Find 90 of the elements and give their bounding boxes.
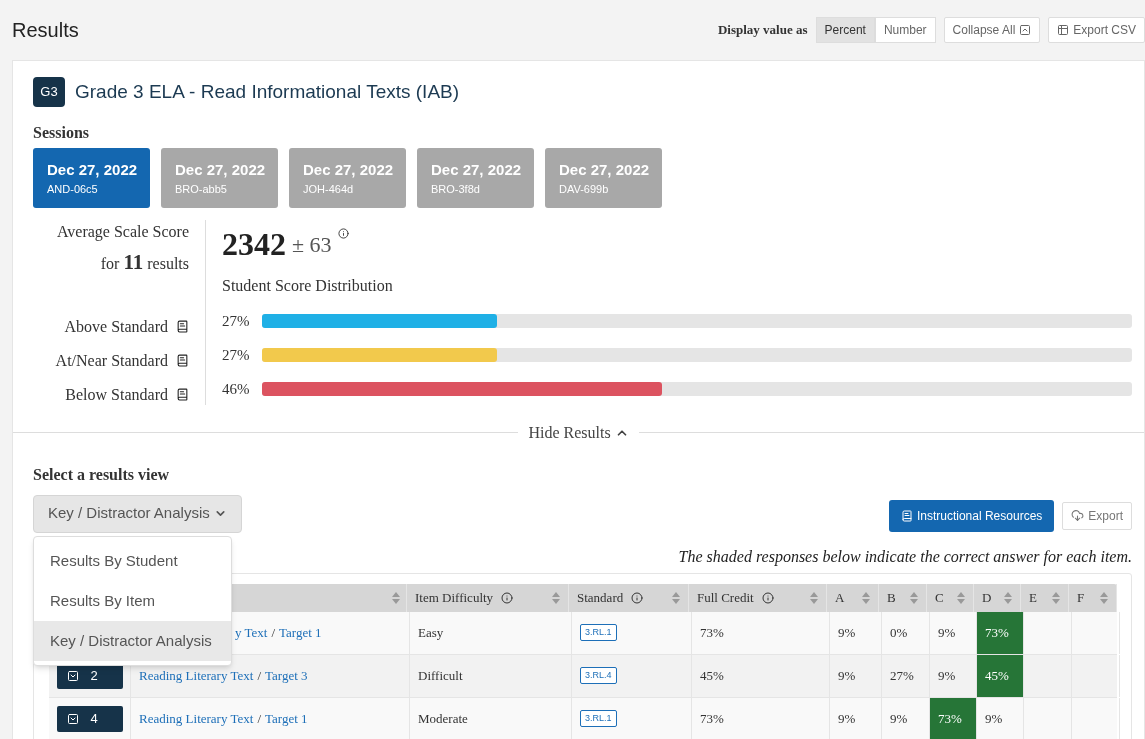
table-header-cell[interactable]: D <box>974 583 1021 612</box>
page-title: Results <box>12 18 79 43</box>
result-count: for 11 results <box>100 249 189 276</box>
hide-results-button[interactable]: Hide Results <box>518 420 639 445</box>
claim-link[interactable]: y Text <box>235 622 268 643</box>
assessment-title: Grade 3 ELA - Read Informational Texts (IAB) <box>75 79 460 104</box>
book-icon[interactable] <box>176 388 189 401</box>
display-toggle[interactable]: Percent <box>815 17 875 43</box>
table-cell: 73% <box>692 611 830 654</box>
answer-cell: 0% <box>882 611 930 654</box>
separator-slash: / <box>257 709 261 728</box>
level-percent: 27% <box>222 345 251 365</box>
level-label: Above Standard <box>64 316 168 337</box>
standard-tag[interactable]: 3.RL.1 <box>580 623 617 642</box>
item-toggle-button[interactable]: 4 <box>56 705 123 732</box>
expand-icon <box>66 669 79 682</box>
answer-cell: 9% <box>830 654 882 697</box>
session-button[interactable]: Dec 27, 2022 AND-06c5 <box>33 148 150 208</box>
info-icon[interactable] <box>631 591 644 604</box>
info-icon[interactable] <box>501 591 514 604</box>
separator-slash: / <box>257 666 261 685</box>
sort-icon[interactable] <box>862 591 870 604</box>
table-header-cell[interactable]: C <box>927 583 974 612</box>
level-percent: 46% <box>222 379 251 399</box>
table-header-cell[interactable]: Full Credit <box>689 583 827 612</box>
menu-item[interactable]: Key / Distractor Analysis <box>34 621 231 661</box>
sort-icon[interactable] <box>672 591 680 604</box>
table-header-cell[interactable]: E <box>1021 583 1069 612</box>
results-view-dropdown[interactable]: Key / Distractor Analysis <box>33 494 242 533</box>
level-label: Below Standard <box>65 384 168 405</box>
target-link[interactable]: Target 3 <box>265 665 308 686</box>
display-toggle[interactable]: Number <box>874 17 936 43</box>
sort-icon[interactable] <box>1052 591 1060 604</box>
sort-icon[interactable] <box>957 591 965 604</box>
separator-slash: / <box>271 623 276 642</box>
table-cell: Moderate <box>410 697 572 739</box>
target-link[interactable]: Target 1 <box>265 708 308 729</box>
table-header-cell[interactable]: A <box>827 583 879 612</box>
export-csv-button[interactable]: Export CSV <box>1048 17 1145 43</box>
target-link[interactable]: Target 1 <box>279 622 322 643</box>
table-cell: Difficult <box>410 654 572 697</box>
table-icon <box>1057 24 1070 36</box>
score-error: ± 63 <box>292 231 332 259</box>
sort-icon[interactable] <box>910 591 918 604</box>
display-label: Display value as <box>717 21 808 40</box>
standard-tag[interactable]: 3.RL.1 <box>580 709 617 728</box>
menu-item[interactable]: Results By Item <box>34 581 231 621</box>
book-icon[interactable] <box>176 320 189 333</box>
table-cell: 45% <box>692 654 830 697</box>
answer-cell: 73% <box>977 611 1024 654</box>
answer-cell: 45% <box>977 654 1024 697</box>
sort-icon[interactable] <box>1004 591 1012 604</box>
export-button[interactable]: Export <box>1062 501 1132 530</box>
book-icon <box>900 509 913 522</box>
sort-icon[interactable] <box>1100 591 1108 604</box>
answer-cell: 9% <box>830 697 882 739</box>
sort-icon[interactable] <box>810 591 818 604</box>
instructional-resources-button[interactable]: Instructional Resources <box>888 499 1055 532</box>
sort-icon[interactable] <box>392 591 400 604</box>
info-icon[interactable] <box>337 228 349 239</box>
claim-link[interactable]: Reading Literary Text <box>139 708 254 729</box>
average-score-label: Average Scale Score <box>56 222 189 243</box>
standard-tag[interactable]: 3.RL.4 <box>580 666 617 685</box>
info-icon[interactable] <box>761 591 774 604</box>
table-cell: 73% <box>692 697 830 739</box>
level-label: At/Near Standard <box>55 350 168 371</box>
level-percent: 27% <box>222 311 251 331</box>
table-header-cell[interactable]: F <box>1069 583 1117 612</box>
answer-cell: 9% <box>977 697 1024 739</box>
cloud-download-icon <box>1071 509 1085 522</box>
table-cell: Easy <box>410 611 572 654</box>
book-icon[interactable] <box>176 354 189 367</box>
expand-icon <box>66 712 79 725</box>
table-header-cell[interactable]: Item Difficulty <box>407 583 569 612</box>
answer-cell: 27% <box>882 654 930 697</box>
claim-link[interactable]: Reading Literary Text <box>139 665 254 686</box>
correct-answer-note: The shaded responses below indicate the correct answer for each item. <box>678 546 1132 568</box>
collapse-all-button[interactable]: Collapse All <box>943 17 1041 43</box>
sort-icon[interactable] <box>552 591 560 604</box>
answer-cell: 73% <box>930 697 977 739</box>
answer-cell: 9% <box>830 611 882 654</box>
table-header-cell[interactable]: Standard <box>569 583 689 612</box>
distribution-title: Student Score Distribution <box>222 276 394 296</box>
average-score: 2342 <box>222 226 286 262</box>
results-view-label: Select a results view <box>32 464 171 485</box>
sessions-heading: Sessions <box>32 123 91 143</box>
menu-item[interactable]: Results By Student <box>34 541 231 581</box>
collapse-icon <box>1019 24 1032 36</box>
grade-badge: G3 <box>33 77 65 107</box>
table-header-cell[interactable]: B <box>879 583 927 612</box>
